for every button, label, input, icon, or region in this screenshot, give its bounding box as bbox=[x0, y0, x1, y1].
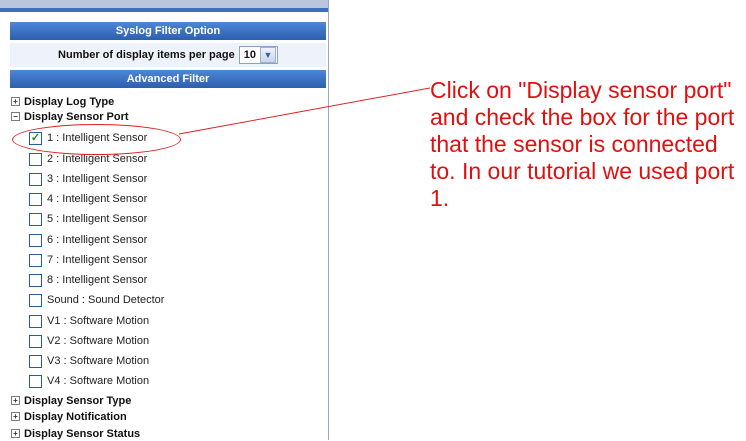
annotation-callout: Click on "Display sensor port" and check… bbox=[430, 77, 735, 211]
callout-connector bbox=[178, 87, 431, 135]
